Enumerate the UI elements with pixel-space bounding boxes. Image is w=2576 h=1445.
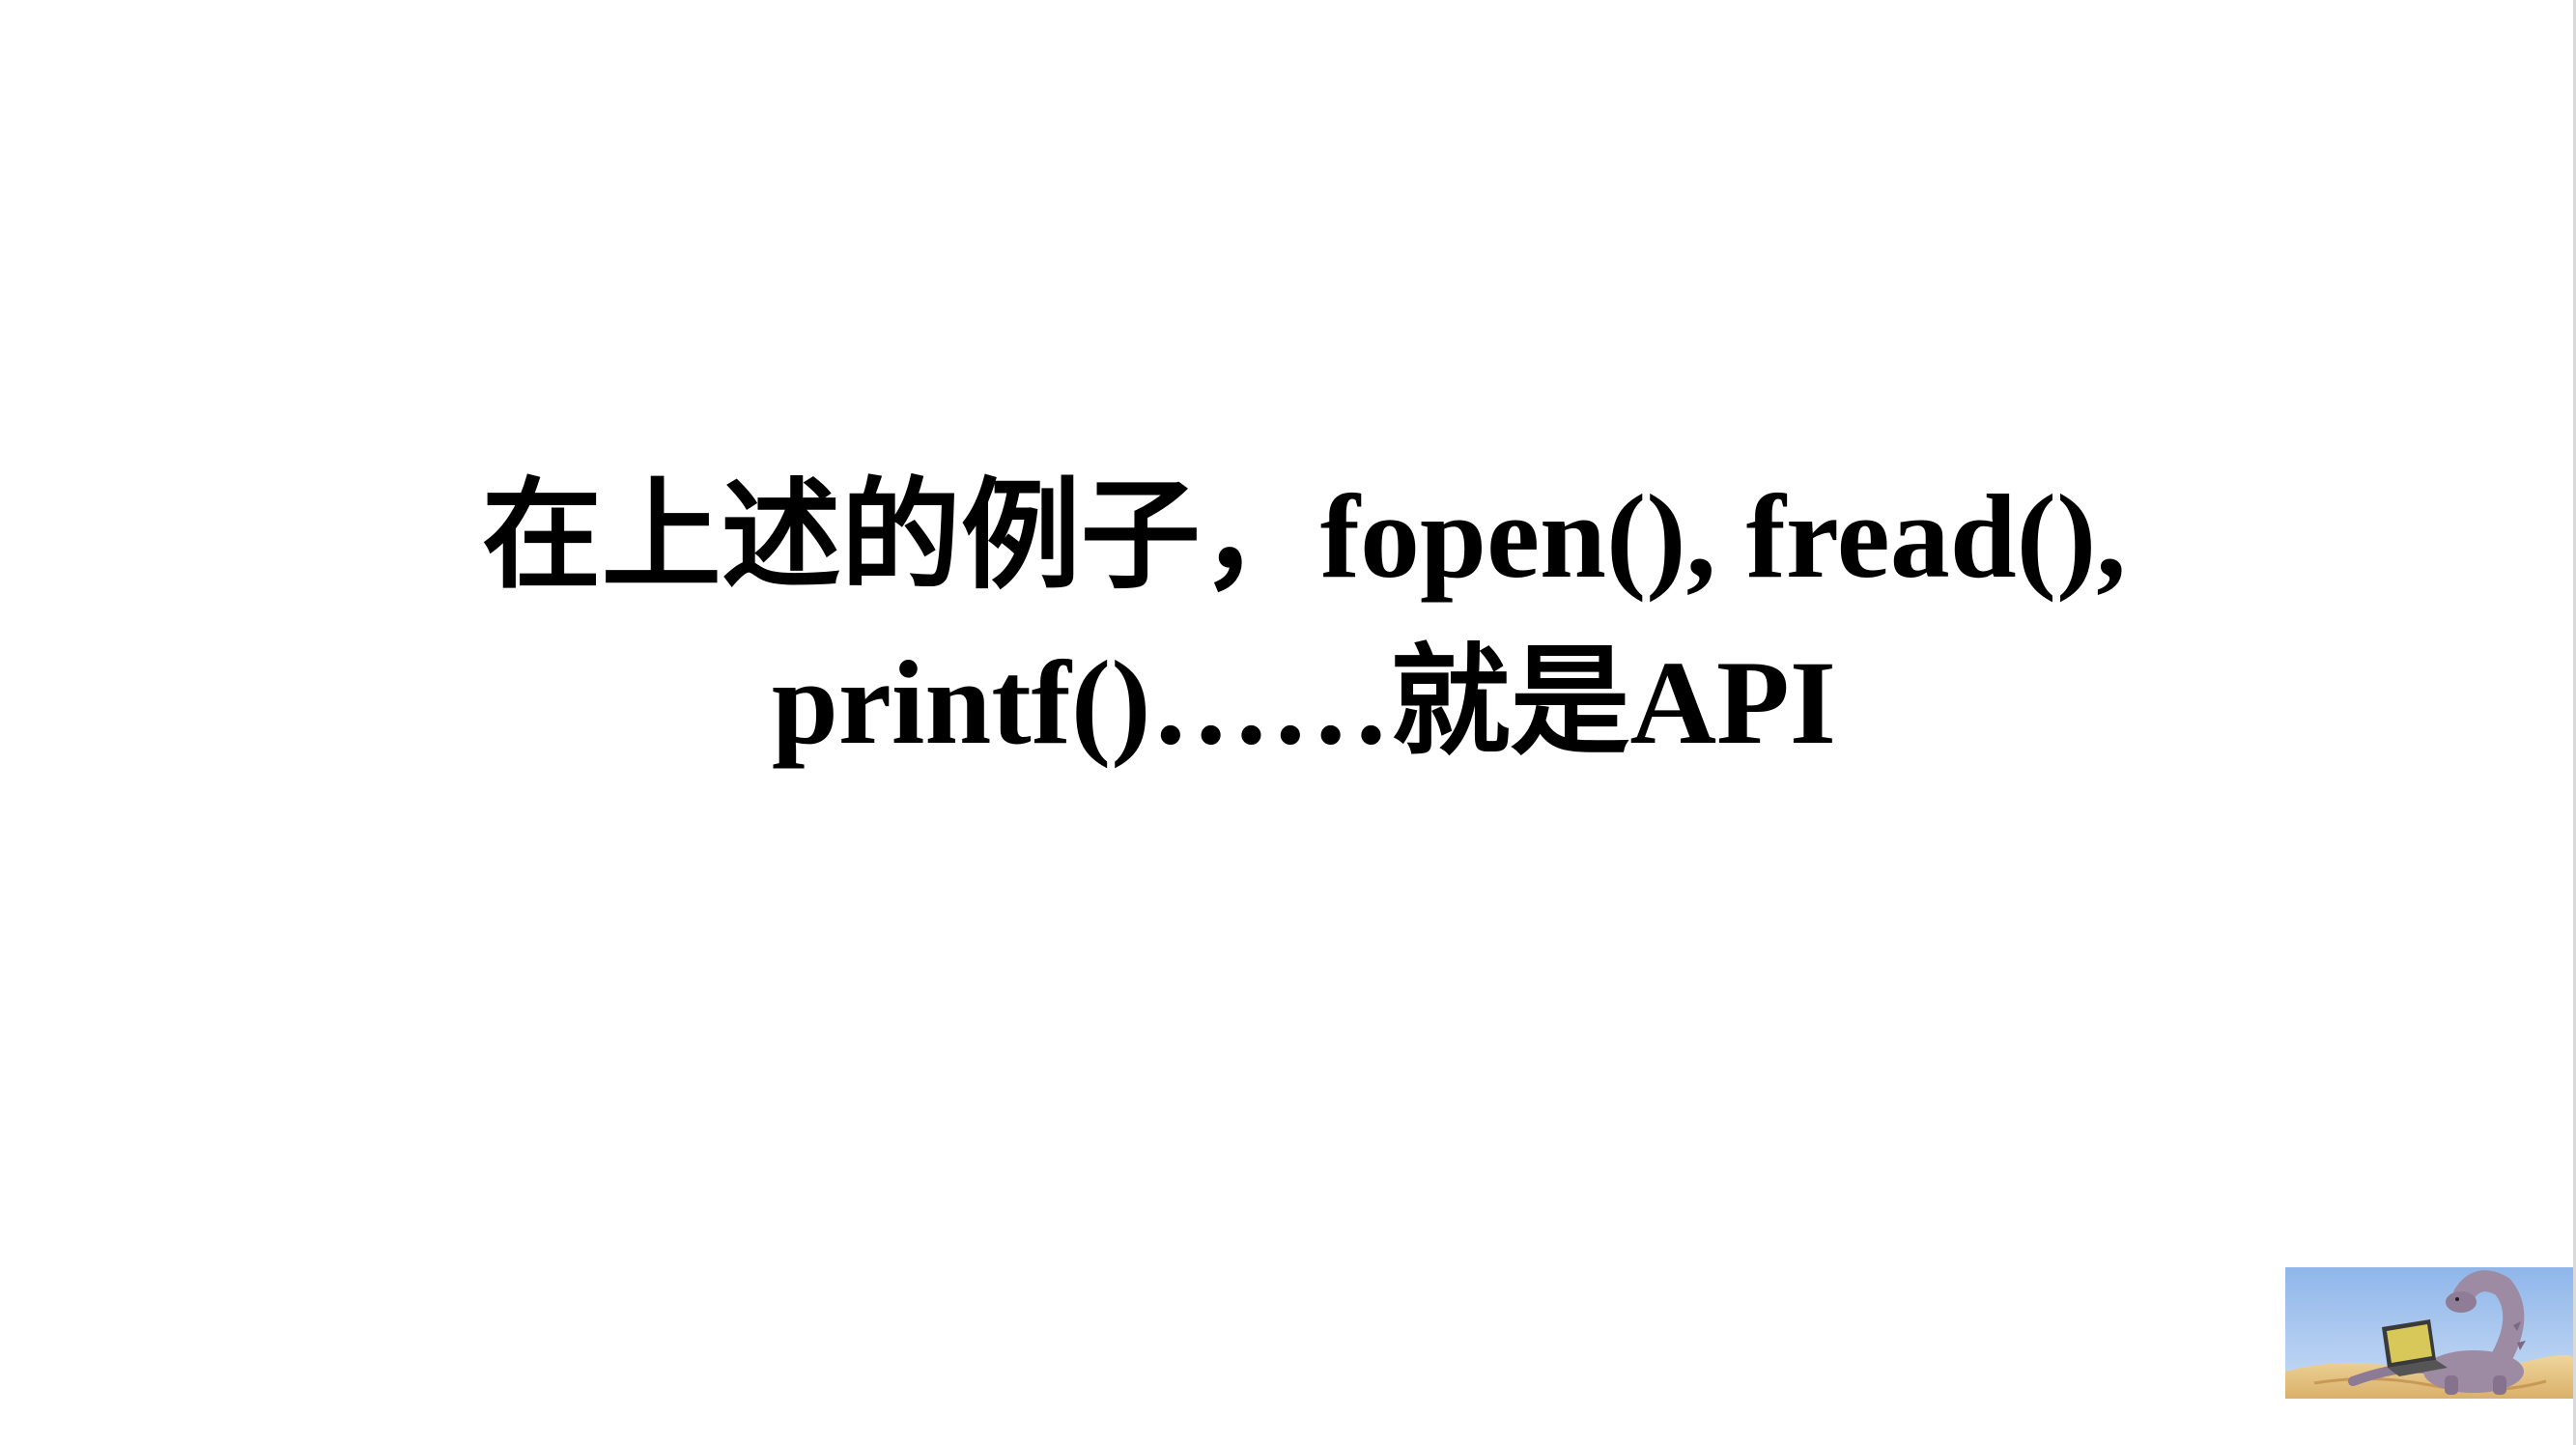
dinosaur-with-laptop-icon: [2285, 1267, 2573, 1399]
slide: 在上述的例子，fopen(), fread(), printf()……就是API: [0, 0, 2576, 1445]
slide-body-text: 在上述的例子，fopen(), fread(), printf()……就是API: [251, 454, 2357, 786]
body-line-1: 在上述的例子，fopen(), fread(),: [481, 470, 2127, 603]
body-line-2: printf()……就是API: [771, 637, 1837, 769]
